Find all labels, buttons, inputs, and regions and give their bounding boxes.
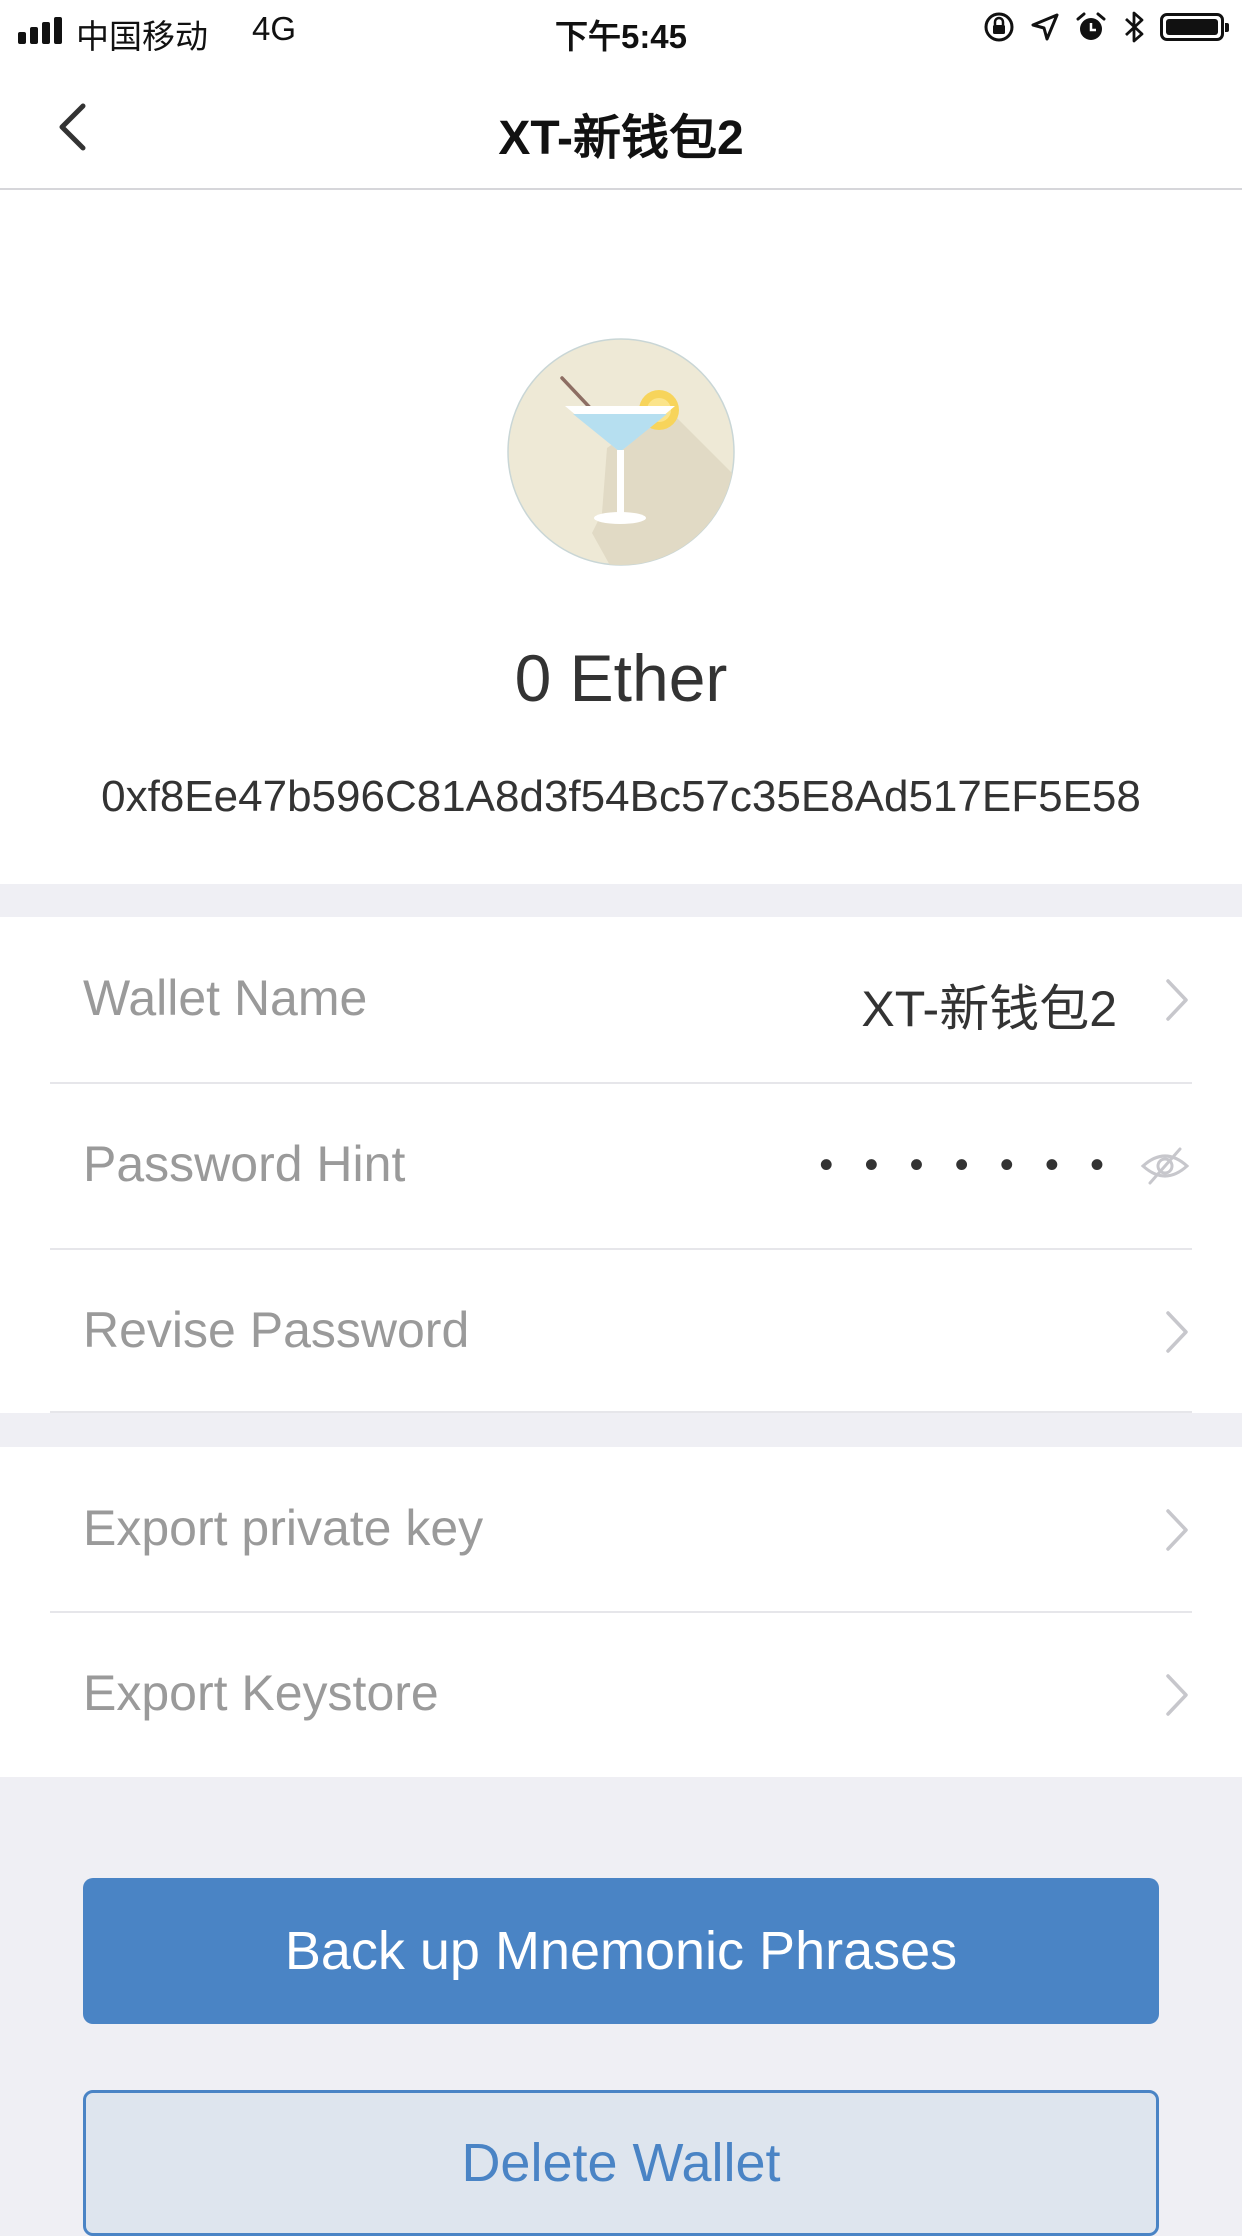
row-divider	[50, 1411, 1192, 1413]
backup-mnemonic-button[interactable]: Back up Mnemonic Phrases	[83, 1878, 1159, 2024]
revise-password-row[interactable]: Revise Password	[0, 1249, 1242, 1415]
cocktail-icon	[507, 338, 735, 566]
export-keystore-label: Export Keystore	[83, 1665, 439, 1721]
export-private-key-row[interactable]: Export private key	[0, 1447, 1242, 1613]
chevron-right-icon	[1166, 1311, 1188, 1353]
revise-password-label: Revise Password	[83, 1302, 470, 1358]
password-hint-value: • • • • • • •	[819, 1143, 1114, 1187]
alarm-icon	[1076, 12, 1106, 40]
battery-icon	[1160, 13, 1229, 41]
page-title: XT-新钱包2	[498, 112, 744, 165]
balance-amount: 0 Ether	[514, 641, 728, 715]
location-icon	[1031, 13, 1059, 41]
wallet-header: 0 Ether 0xf8Ee47b596C81A8d3f54Bc57c35E8A…	[0, 190, 1242, 884]
eye-hidden-icon[interactable]	[1140, 1141, 1190, 1191]
export-group: Export private key Export Keystore	[0, 1447, 1242, 1777]
wallet-name-row[interactable]: Wallet Name XT-新钱包2	[0, 917, 1242, 1083]
wallet-name-label: Wallet Name	[83, 970, 368, 1026]
wallet-settings-group: Wallet Name XT-新钱包2 Password Hint • • • …	[0, 917, 1242, 1413]
bluetooth-icon	[1125, 11, 1144, 43]
orientation-lock-icon	[984, 12, 1014, 42]
delete-wallet-button[interactable]: Delete Wallet	[83, 2090, 1159, 2236]
status-bar: 中国移动 4G 下午5:45	[0, 0, 1242, 62]
export-keystore-row[interactable]: Export Keystore	[0, 1612, 1242, 1778]
password-hint-row[interactable]: Password Hint • • • • • • •	[0, 1083, 1242, 1249]
chevron-right-icon	[1166, 979, 1188, 1021]
chevron-right-icon	[1166, 1509, 1188, 1551]
nav-bar: XT-新钱包2	[0, 62, 1242, 190]
status-icons	[982, 10, 1229, 44]
wallet-name-value: XT-新钱包2	[861, 981, 1117, 1037]
password-hint-label: Password Hint	[83, 1136, 406, 1192]
chevron-right-icon	[1166, 1674, 1188, 1716]
wallet-address[interactable]: 0xf8Ee47b596C81A8d3f54Bc57c35E8Ad517EF5E…	[0, 772, 1242, 822]
export-private-key-label: Export private key	[83, 1500, 484, 1556]
